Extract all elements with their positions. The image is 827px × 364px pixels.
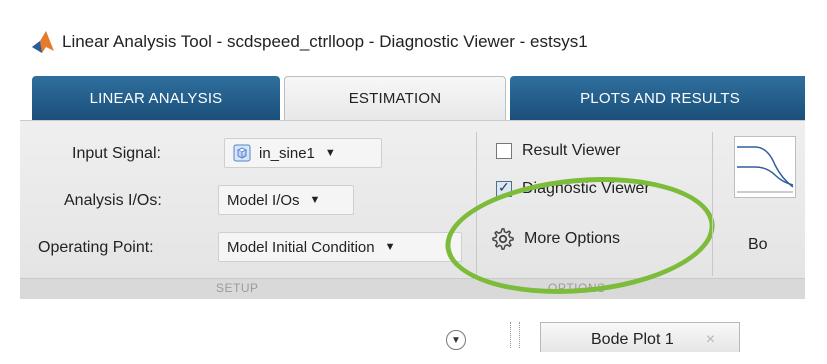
chevron-down-icon: ▼ (324, 147, 336, 159)
chevron-down-icon: ▼ (309, 194, 321, 206)
input-signal-dropdown[interactable]: in_sine1 ▼ (224, 138, 382, 168)
torn-edge-bottom (0, 352, 827, 364)
signal-cube-icon (233, 144, 251, 162)
torn-edge-right (805, 0, 827, 364)
tab-plots-and-results[interactable]: PLOTS AND RESULTS (510, 76, 810, 120)
close-icon[interactable]: × (706, 331, 715, 349)
operating-point-value: Model Initial Condition (227, 238, 375, 256)
toolstrip-tabs: LINEAR ANALYSIS ESTIMATION PLOTS AND RES… (32, 76, 822, 120)
analysis-ios-dropdown[interactable]: Model I/Os ▼ (218, 185, 354, 215)
ribbon-footer (20, 278, 820, 299)
drag-grip[interactable] (510, 322, 520, 348)
analysis-ios-label: Analysis I/Os: (64, 192, 162, 209)
checkbox-box[interactable] (496, 143, 512, 159)
chevron-down-icon: ▼ (384, 241, 396, 253)
doc-tab-label: Bode Plot 1 (591, 330, 674, 348)
section-label-setup: SETUP (216, 281, 259, 295)
matlab-logo-icon (32, 31, 54, 53)
result-viewer-checkbox[interactable]: Result Viewer (496, 142, 620, 160)
analysis-ios-value: Model I/Os (227, 191, 300, 209)
torn-edge-left (0, 0, 18, 364)
document-list-dropdown[interactable]: ▼ (446, 330, 466, 350)
plot-thumbnail[interactable] (734, 136, 796, 198)
title-bar: Linear Analysis Tool - scdspeed_ctrlloop… (18, 18, 818, 66)
ribbon-divider (712, 132, 713, 276)
input-signal-label: Input Signal: (72, 145, 161, 162)
app-window: Linear Analysis Tool - scdspeed_ctrlloop… (0, 0, 827, 364)
bode-thumbnail-icon (737, 146, 794, 193)
doc-tab-bode-plot-1[interactable]: Bode Plot 1 × (540, 322, 740, 356)
tab-estimation[interactable]: ESTIMATION (284, 76, 506, 120)
input-signal-value: in_sine1 (259, 144, 315, 162)
operating-point-label: Operating Point: (38, 239, 154, 256)
operating-point-dropdown[interactable]: Model Initial Condition ▼ (218, 232, 462, 262)
plot-thumbnail-label: Bo (748, 236, 768, 253)
torn-edge-top (0, 0, 827, 14)
tab-linear-analysis[interactable]: LINEAR ANALYSIS (32, 76, 280, 120)
window-title: Linear Analysis Tool - scdspeed_ctrlloop… (62, 32, 588, 51)
result-viewer-label: Result Viewer (522, 142, 621, 159)
